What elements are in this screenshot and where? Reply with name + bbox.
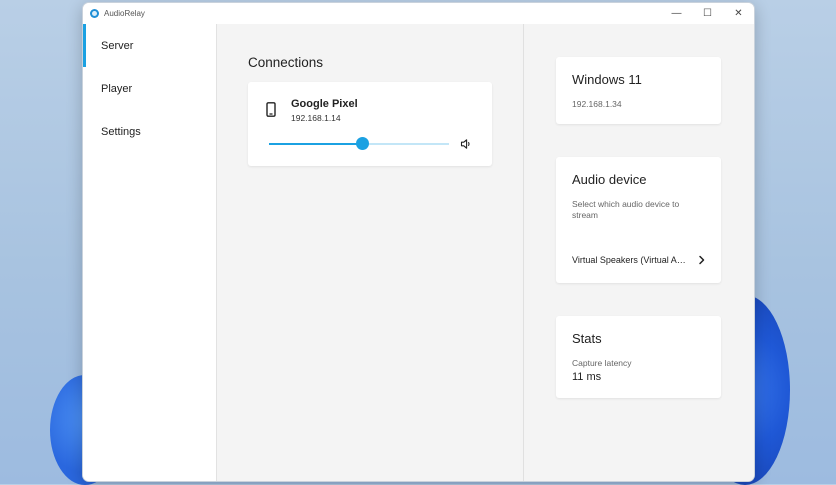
- app-window: AudioRelay — ☐ ✕ Server Player Settings …: [82, 2, 755, 482]
- stats-card: Stats Capture latency 11 ms: [556, 316, 721, 398]
- window-controls: — ☐ ✕: [661, 3, 754, 24]
- selected-audio-device: Virtual Speakers (Virtual Audio Device): [572, 255, 690, 265]
- server-info-panel: Windows 11 192.168.1.34 Audio device Sel…: [524, 24, 754, 481]
- server-os-name: Windows 11: [572, 72, 642, 87]
- audio-device-card: Audio device Select which audio device t…: [556, 157, 721, 283]
- sidebar-item-server[interactable]: Server: [83, 24, 216, 67]
- device-ip: 192.168.1.14: [291, 113, 341, 123]
- smartphone-icon: [266, 102, 276, 117]
- maximize-button[interactable]: ☐: [692, 3, 723, 24]
- capture-latency-value: 11 ms: [572, 371, 602, 383]
- audio-device-selector[interactable]: Virtual Speakers (Virtual Audio Device): [572, 253, 706, 267]
- server-ip: 192.168.1.34: [572, 99, 622, 109]
- title-bar[interactable]: AudioRelay — ☐ ✕: [83, 3, 754, 24]
- speaker-icon[interactable]: [460, 138, 472, 150]
- sidebar-item-label: Settings: [101, 125, 141, 138]
- audiorelay-logo-icon: [90, 9, 99, 18]
- sidebar-item-label: Player: [101, 82, 133, 95]
- audio-device-title: Audio device: [572, 172, 647, 187]
- volume-slider-thumb[interactable]: [356, 137, 370, 150]
- audio-device-description: Select which audio device to stream: [572, 199, 680, 220]
- stats-title: Stats: [572, 331, 602, 346]
- volume-slider-fill: [269, 143, 363, 145]
- connection-card: Google Pixel 192.168.1.14: [248, 82, 492, 166]
- server-info-card: Windows 11 192.168.1.34: [556, 57, 721, 124]
- window-title: AudioRelay: [104, 9, 145, 18]
- chevron-right-icon: [699, 255, 705, 265]
- close-button[interactable]: ✕: [723, 3, 754, 24]
- minimize-button[interactable]: —: [661, 3, 692, 24]
- sidebar-item-label: Server: [101, 39, 134, 52]
- sidebar-nav: Server Player Settings: [83, 24, 217, 481]
- capture-latency-label: Capture latency: [572, 358, 632, 368]
- sidebar-item-player[interactable]: Player: [83, 67, 216, 110]
- volume-slider[interactable]: [269, 137, 449, 150]
- connections-panel: Connections Google Pixel 192.168.1.14: [217, 24, 524, 481]
- device-name: Google Pixel: [291, 98, 358, 110]
- sidebar-item-settings[interactable]: Settings: [83, 110, 216, 153]
- connections-title: Connections: [248, 55, 324, 70]
